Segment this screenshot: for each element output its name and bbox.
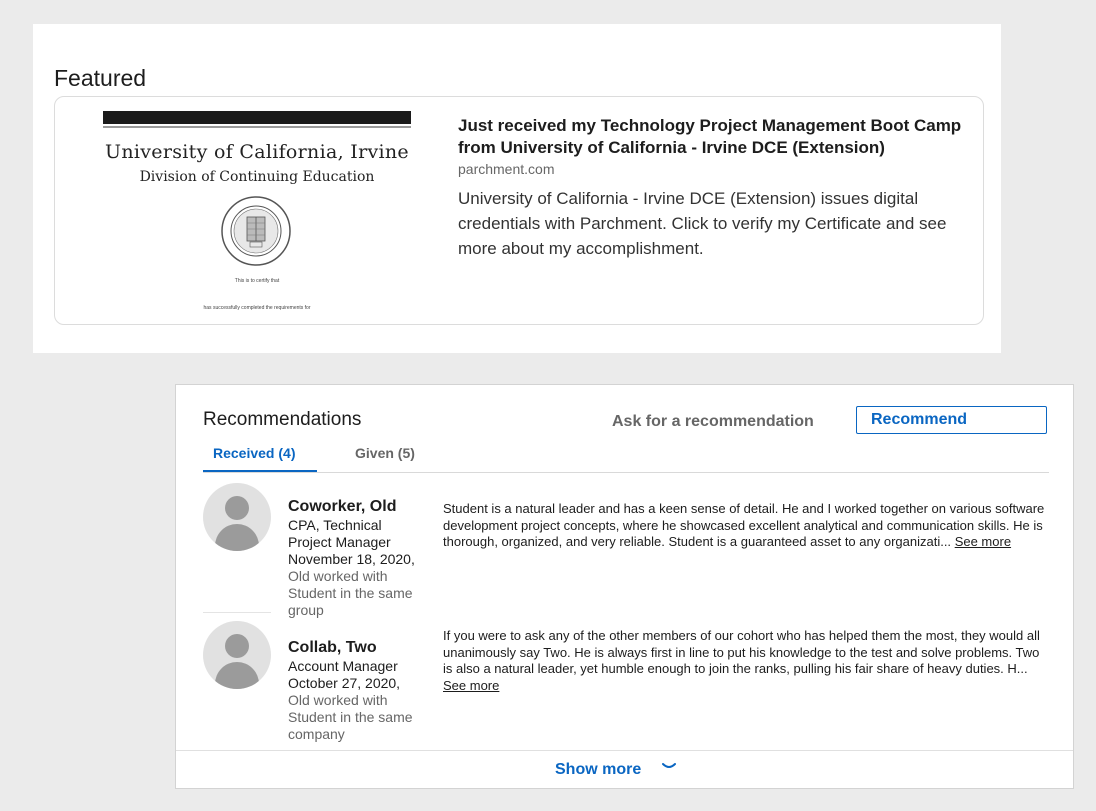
recommendation-text: Student is a natural leader and has a ke…: [443, 501, 1051, 551]
featured-item-description: University of California - Irvine DCE (E…: [458, 189, 947, 258]
see-more-link[interactable]: See more: [443, 678, 499, 693]
featured-title: Featured: [54, 65, 147, 92]
avatar-head-icon: [225, 496, 249, 520]
ask-for-recommendation-link[interactable]: Ask for a recommendation: [612, 413, 814, 431]
featured-item-domain: parchment.com: [458, 161, 555, 177]
featured-item-headline[interactable]: Just received my Technology Project Mana…: [458, 115, 963, 159]
avatar-head-icon: [225, 634, 249, 658]
chevron-down-icon: [662, 763, 676, 768]
recommend-button[interactable]: Recommend: [856, 406, 1047, 434]
certificate-header-bar: [103, 111, 411, 124]
recommendation-relation: Old worked with Student in the same grou…: [288, 568, 413, 618]
tab-given[interactable]: Given (5): [355, 445, 415, 461]
recommender-name[interactable]: Coworker, Old: [288, 498, 428, 516]
certificate-university: University of California, Irvine: [105, 141, 409, 163]
recommendation-text: If you were to ask any of the other memb…: [443, 628, 1051, 694]
university-seal-icon: [221, 196, 291, 266]
see-more-link[interactable]: See more: [955, 534, 1011, 549]
recommendations-section: Recommendations Ask for a recommendation…: [175, 384, 1074, 789]
avatar[interactable]: [203, 483, 271, 551]
avatar-body-icon: [215, 524, 259, 551]
featured-item-text: Just received my Technology Project Mana…: [458, 115, 963, 261]
recommender-info: Coworker, Old CPA, Technical Project Man…: [288, 498, 428, 619]
recommendation-date: November 18, 2020,: [288, 551, 415, 567]
recommendations-title: Recommendations: [203, 409, 362, 430]
recommender-role: Account Manager: [288, 658, 398, 674]
tab-divider: [203, 472, 1049, 473]
certificate-header-rule: [103, 126, 411, 128]
recommender-name[interactable]: Collab, Two: [288, 639, 428, 657]
recommender-info: Collab, Two Account Manager October 27, …: [288, 639, 428, 743]
recommendation-divider: [203, 612, 271, 613]
tab-received[interactable]: Received (4): [213, 445, 295, 461]
recommendation-item: Coworker, Old CPA, Technical Project Man…: [203, 483, 1049, 623]
featured-item[interactable]: University of California, Irvine Divisio…: [54, 96, 984, 325]
recommendation-item: Collab, Two Account Manager October 27, …: [203, 621, 1049, 751]
show-more-button[interactable]: Show more: [176, 750, 1073, 788]
certificate-thumbnail[interactable]: University of California, Irvine Divisio…: [103, 111, 411, 316]
featured-section: Featured University of California, Irvin…: [33, 24, 1001, 353]
show-more-label: Show more: [555, 761, 642, 778]
recommendation-body: If you were to ask any of the other memb…: [443, 628, 1040, 676]
certificate-certify-line: This is to certify that: [234, 278, 280, 284]
recommendation-relation: Old worked with Student in the same comp…: [288, 692, 413, 742]
avatar[interactable]: [203, 621, 271, 689]
recommender-role: CPA, Technical Project Manager: [288, 517, 391, 550]
avatar-body-icon: [215, 662, 259, 689]
certificate-completion-line: has successfully completed the requireme…: [203, 305, 311, 311]
certificate-division: Division of Continuing Education: [139, 169, 375, 185]
recommendation-date: October 27, 2020,: [288, 675, 401, 691]
